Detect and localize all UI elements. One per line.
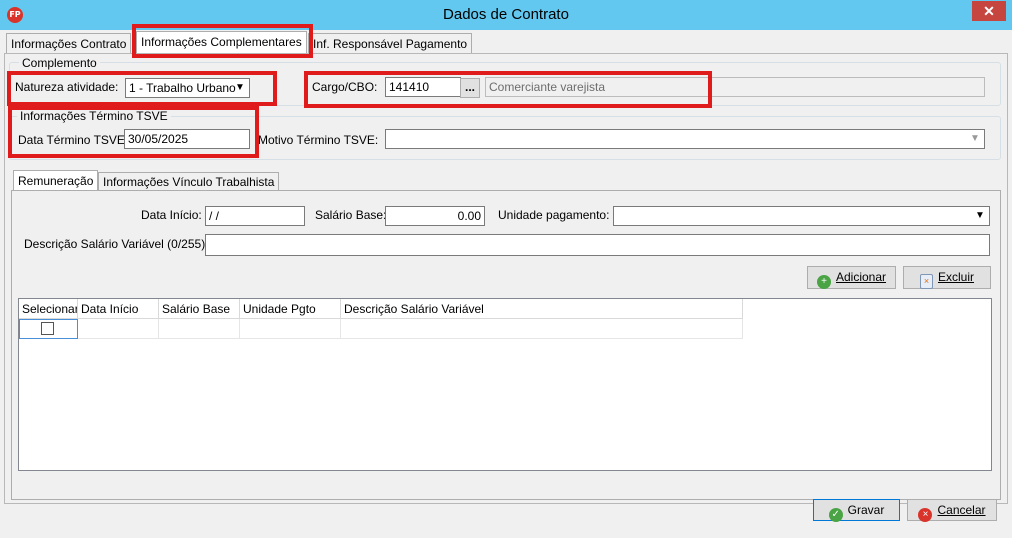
descricao-salario-label: Descrição Salário Variável (0/255): bbox=[24, 237, 209, 251]
tab-remuneracao[interactable]: Remuneração bbox=[13, 170, 99, 191]
row-checkbox[interactable] bbox=[41, 322, 54, 335]
tab-page-complementares: Complemento Natureza atividade: 1 - Trab… bbox=[4, 53, 1008, 504]
column-header-selecionar[interactable]: Selecionar bbox=[19, 299, 78, 319]
cargo-cbo-label: Cargo/CBO: bbox=[312, 80, 378, 94]
chevron-down-icon: ▼ bbox=[970, 133, 980, 144]
descricao-salario-input[interactable] bbox=[205, 234, 990, 256]
unidade-pagamento-select[interactable]: ▼ bbox=[613, 206, 990, 226]
remuneracao-grid[interactable]: Selecionar Data Início Salário Base Unid… bbox=[18, 298, 992, 471]
cargo-description-field: Comerciante varejista bbox=[485, 77, 985, 97]
motivo-termino-select[interactable]: ▼ bbox=[385, 129, 985, 149]
table-cell[interactable] bbox=[341, 319, 743, 339]
window-client: Informações Contrato Informações Complem… bbox=[0, 30, 1012, 538]
adicionar-label: Adicionar bbox=[835, 270, 887, 284]
column-header-descricao[interactable]: Descrição Salário Variável bbox=[341, 299, 743, 319]
tab-informacoes-complementares[interactable]: Informações Complementares bbox=[136, 31, 307, 54]
cancelar-label: Cancelar bbox=[937, 503, 986, 517]
tab-informacoes-contrato[interactable]: Informações Contrato bbox=[6, 33, 132, 54]
tab-inf-responsavel-pagamento[interactable]: Inf. Responsável Pagamento bbox=[308, 33, 473, 54]
check-icon: ✓ bbox=[828, 508, 843, 522]
salario-base-input[interactable]: 0.00 bbox=[385, 206, 485, 226]
motivo-termino-label: Motivo Término TSVE: bbox=[258, 133, 379, 147]
column-header-data-inicio[interactable]: Data Início bbox=[78, 299, 159, 319]
natureza-atividade-label: Natureza atividade: bbox=[15, 80, 119, 94]
close-icon[interactable]: ✕ bbox=[972, 1, 1006, 21]
natureza-atividade-select[interactable]: 1 - Trabalho Urbano ▼ bbox=[125, 78, 250, 98]
data-termino-label: Data Término TSVE: bbox=[18, 133, 129, 147]
excluir-button[interactable]: × Excluir bbox=[903, 266, 991, 289]
data-inicio-input[interactable]: / / bbox=[205, 206, 305, 226]
adicionar-button[interactable]: + Adicionar bbox=[807, 266, 896, 289]
unidade-pagamento-label: Unidade pagamento: bbox=[498, 208, 610, 222]
cancelar-button[interactable]: × Cancelar bbox=[907, 499, 997, 522]
cargo-lookup-button[interactable]: ... bbox=[460, 78, 480, 98]
table-cell[interactable] bbox=[240, 319, 341, 339]
table-row-selecionar-cell[interactable] bbox=[19, 319, 78, 339]
table-cell[interactable] bbox=[78, 319, 159, 339]
window-title: Dados de Contrato bbox=[443, 6, 569, 23]
cancel-icon: × bbox=[918, 508, 933, 522]
data-termino-input[interactable]: 30/05/2025 bbox=[124, 129, 250, 149]
natureza-atividade-value: 1 - Trabalho Urbano bbox=[129, 81, 236, 95]
tab-page-remuneracao: Data Início: / / Salário Base: 0.00 Unid… bbox=[11, 190, 1001, 500]
tab-informacoes-vinculo[interactable]: Informações Vínculo Trabalhista bbox=[98, 172, 280, 191]
chevron-down-icon: ▼ bbox=[975, 210, 985, 221]
chevron-down-icon: ▼ bbox=[235, 82, 245, 93]
gravar-label: Gravar bbox=[847, 503, 885, 517]
cargo-cbo-input[interactable]: 141410 bbox=[385, 77, 461, 97]
excluir-label: Excluir bbox=[937, 270, 974, 284]
gravar-button[interactable]: ✓ Gravar bbox=[813, 499, 900, 522]
salario-base-label: Salário Base: bbox=[315, 208, 387, 222]
add-icon: + bbox=[816, 275, 831, 289]
group-termino-legend: Informações Término TSVE bbox=[17, 109, 171, 123]
column-header-salario-base[interactable]: Salário Base bbox=[159, 299, 240, 319]
table-cell[interactable] bbox=[159, 319, 240, 339]
delete-icon: × bbox=[919, 274, 933, 289]
data-inicio-label: Data Início: bbox=[141, 208, 202, 222]
group-complemento-legend: Complemento bbox=[19, 56, 100, 70]
column-header-unidade-pgto[interactable]: Unidade Pgto bbox=[240, 299, 341, 319]
title-bar: FP Dados de Contrato ✕ bbox=[0, 0, 1012, 30]
